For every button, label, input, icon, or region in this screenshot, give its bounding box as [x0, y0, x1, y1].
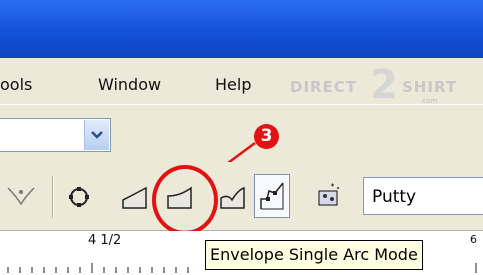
- envelope-copy-properties-icon[interactable]: [313, 182, 343, 212]
- envelope-straight-line-icon[interactable]: [6, 182, 36, 212]
- toolbar-separator: [52, 176, 54, 218]
- envelope-double-arc-icon[interactable]: [218, 182, 248, 212]
- ruler-label: 4 1/2: [88, 233, 122, 248]
- envelope-straight-line-mode-icon[interactable]: [120, 182, 150, 212]
- tooltip: Envelope Single Arc Mode: [205, 240, 423, 270]
- mapping-mode-select[interactable]: Putty: [363, 177, 483, 215]
- envelope-interactive-circle-icon[interactable]: [64, 182, 94, 212]
- highlight-circle: [152, 165, 218, 235]
- envelope-property-bar: Putty: [0, 162, 483, 231]
- ruler-end-label: 6: [470, 233, 477, 246]
- envelope-unconstrained-button[interactable]: [254, 174, 290, 218]
